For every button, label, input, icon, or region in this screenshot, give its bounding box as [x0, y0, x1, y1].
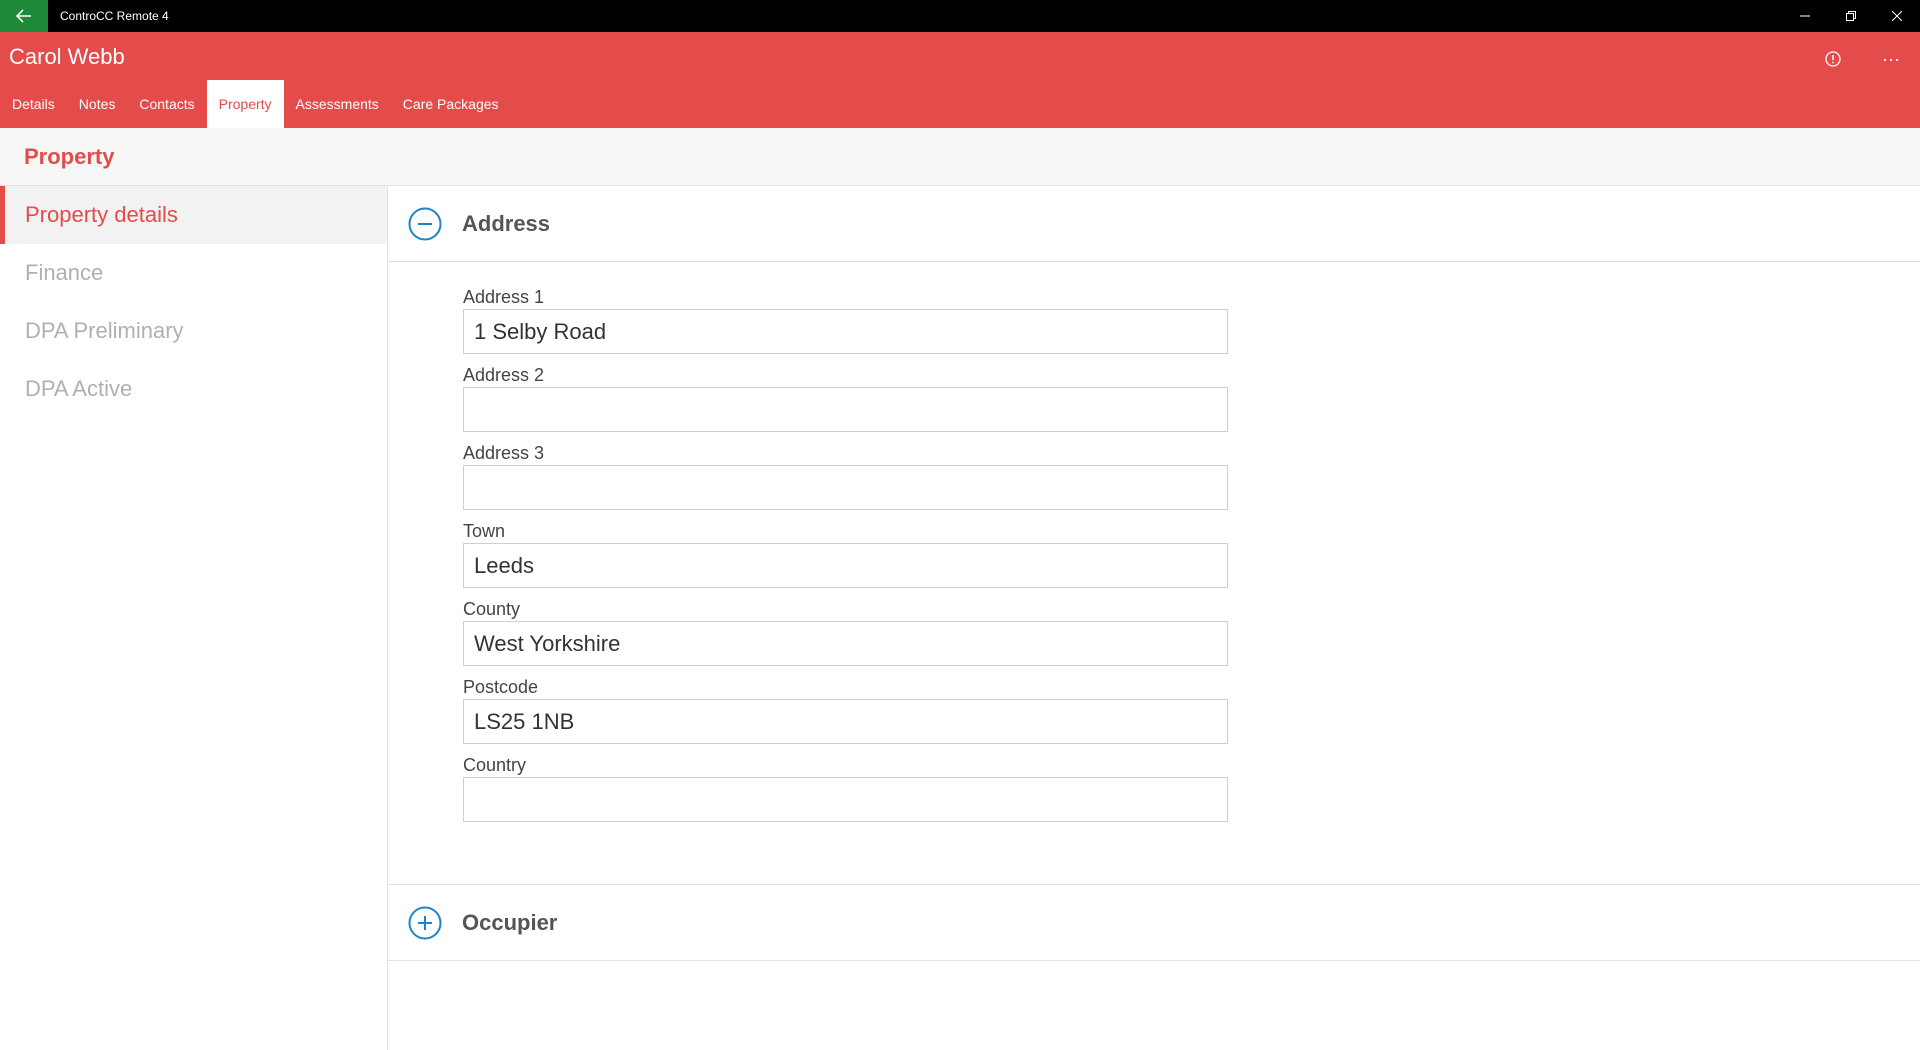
window-controls [1782, 0, 1920, 32]
arrow-left-icon [16, 9, 31, 23]
postcode-label: Postcode [463, 677, 539, 697]
minimize-icon [1800, 15, 1810, 17]
occupier-section-header[interactable]: Occupier [388, 885, 1920, 961]
nav-item-property-details[interactable]: Property details [0, 186, 387, 244]
info-icon [1825, 51, 1841, 67]
county-label: County [463, 599, 521, 619]
occupier-section-title: Occupier [462, 909, 558, 935]
page-title: Property [24, 144, 115, 169]
address3-input[interactable] [463, 465, 1228, 510]
country-label: Country [463, 755, 527, 775]
address1-field-group: Address 1 [463, 286, 1920, 354]
tab-notes[interactable]: Notes [67, 80, 128, 128]
client-name: Carol Webb [9, 44, 125, 69]
client-header: Carol Webb ··· Details Notes Contacts Pr… [0, 32, 1920, 128]
address2-input[interactable] [463, 387, 1228, 432]
address3-field-group: Address 3 [463, 442, 1920, 510]
collapse-icon[interactable] [408, 207, 442, 241]
town-input[interactable] [463, 543, 1228, 588]
address-section-header[interactable]: Address [388, 186, 1920, 262]
address-form: Address 1 Address 2 Address 3 Town Count… [388, 262, 1920, 885]
tab-care-packages[interactable]: Care Packages [391, 80, 511, 128]
tab-details[interactable]: Details [0, 80, 67, 128]
town-label: Town [463, 521, 506, 541]
expand-icon[interactable] [408, 906, 442, 940]
address1-label: Address 1 [463, 287, 545, 307]
tab-contacts[interactable]: Contacts [127, 80, 206, 128]
main-content: Address Address 1 Address 2 Address 3 To… [388, 186, 1920, 1050]
restore-button[interactable] [1828, 0, 1874, 32]
address1-input[interactable] [463, 309, 1228, 354]
postcode-field-group: Postcode [463, 676, 1920, 744]
postcode-input[interactable] [463, 699, 1228, 744]
tab-property[interactable]: Property [206, 80, 284, 128]
county-field-group: County [463, 598, 1920, 666]
page-header: Property [0, 128, 1920, 186]
country-input[interactable] [463, 777, 1228, 822]
close-icon [1892, 11, 1902, 21]
header-actions: ··· [1804, 42, 1920, 76]
close-button[interactable] [1874, 0, 1920, 32]
back-button[interactable] [0, 0, 48, 32]
country-field-group: Country [463, 754, 1920, 822]
info-button[interactable] [1804, 42, 1862, 76]
more-button[interactable]: ··· [1862, 42, 1920, 76]
address3-label: Address 3 [463, 443, 545, 463]
nav-item-dpa-preliminary[interactable]: DPA Preliminary [0, 302, 387, 360]
nav-item-dpa-active[interactable]: DPA Active [0, 360, 387, 418]
restore-icon [1846, 11, 1856, 21]
minimize-button[interactable] [1782, 0, 1828, 32]
more-icon: ··· [1882, 48, 1900, 69]
address-section-title: Address [462, 210, 551, 236]
county-input[interactable] [463, 621, 1228, 666]
side-navigation: Property details Finance DPA Preliminary… [0, 186, 388, 1050]
address2-label: Address 2 [463, 365, 545, 385]
town-field-group: Town [463, 520, 1920, 588]
tab-bar: Details Notes Contacts Property Assessme… [0, 80, 511, 128]
tab-assessments[interactable]: Assessments [284, 80, 391, 128]
nav-item-finance[interactable]: Finance [0, 244, 387, 302]
address2-field-group: Address 2 [463, 364, 1920, 432]
title-bar: ControCC Remote 4 [0, 0, 1920, 32]
app-title: ControCC Remote 4 [60, 9, 169, 23]
